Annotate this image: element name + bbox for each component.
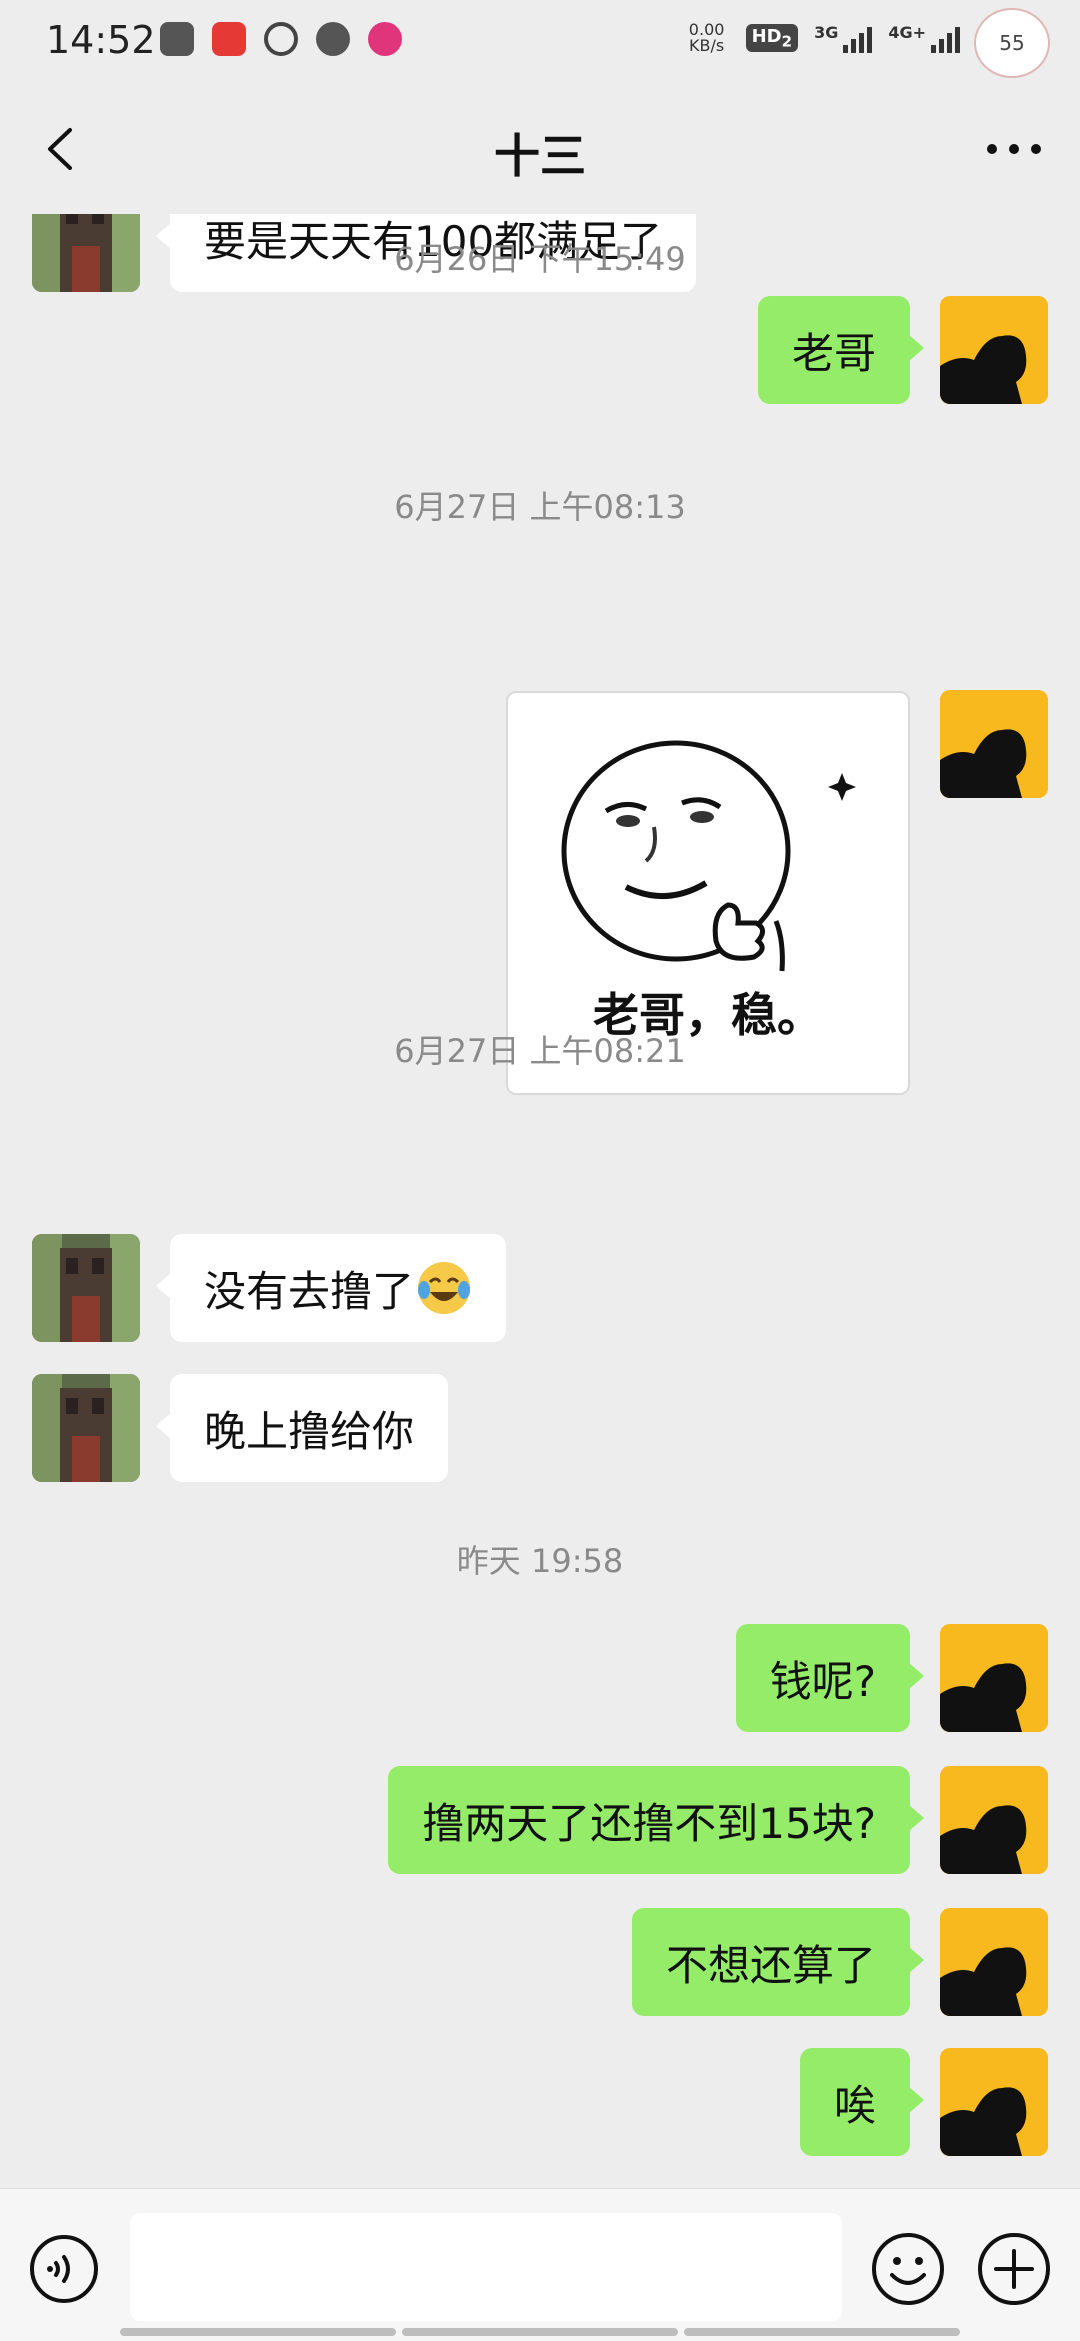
silhouette-icon <box>940 1766 1048 1874</box>
my-avatar[interactable] <box>940 1766 1048 1874</box>
gesture-bar <box>120 2328 960 2336</box>
voice-input-icon[interactable] <box>28 2233 100 2305</box>
weibo-icon <box>264 22 298 56</box>
signal-4g-icon: 4G+ <box>888 23 960 53</box>
input-bar <box>0 2188 1080 2341</box>
message-bubble-outgoing[interactable]: 钱呢? <box>735 1624 925 1732</box>
contact-avatar[interactable] <box>32 1374 140 1482</box>
message-bubble-outgoing[interactable]: 老哥 <box>757 296 925 404</box>
building-photo-icon <box>32 1234 140 1342</box>
emoji-picker-icon[interactable] <box>870 2231 946 2307</box>
signal-3g-icon: 3G <box>814 23 873 53</box>
silhouette-icon <box>940 1624 1048 1732</box>
more-options-icon[interactable] <box>982 124 1046 174</box>
my-avatar[interactable] <box>940 1624 1048 1732</box>
message-bubble-outgoing[interactable]: 撸两天了还撸不到15块? <box>388 1766 924 1874</box>
message-bubble-incoming[interactable]: 没有去撸了 <box>155 1234 507 1342</box>
system-status: 0.00 KB/s HD2 3G 4G+ <box>684 22 960 54</box>
silhouette-icon <box>940 690 1048 798</box>
notification-icons <box>160 22 402 56</box>
status-time: 14:52 <box>46 18 156 62</box>
bird-app-icon <box>368 22 402 56</box>
silhouette-icon <box>940 2048 1048 2156</box>
status-bar: 14:52 0.00 KB/s HD2 3G 4G+ 55 <box>0 0 1080 84</box>
my-avatar[interactable] <box>940 2048 1048 2156</box>
silhouette-icon <box>940 296 1048 404</box>
my-avatar[interactable] <box>940 296 1048 404</box>
chat-header: 十三 <box>0 84 1080 214</box>
battery-indicator: 55 <box>974 8 1050 78</box>
message-bubble-outgoing[interactable]: 不想还算了 <box>631 1908 925 2016</box>
network-speed: 0.00 KB/s <box>688 20 725 55</box>
building-photo-icon <box>32 1374 140 1482</box>
my-avatar[interactable] <box>940 1908 1048 2016</box>
speedometer-icon <box>316 22 350 56</box>
timestamp: 6月26日 下午15:49 <box>394 240 686 278</box>
shopping-app-icon <box>212 22 246 56</box>
sticker-content: 老哥，稳。 <box>506 691 910 1095</box>
tears-of-joy-emoji-icon <box>418 1262 471 1314</box>
message-bubble-outgoing[interactable]: 唉 <box>799 2048 925 2156</box>
chat-title: 十三 <box>494 129 586 183</box>
my-avatar[interactable] <box>940 690 1048 798</box>
timestamp: 6月27日 上午08:13 <box>394 488 686 526</box>
message-list[interactable]: 要是天天有100都满足了 6月26日 下午15:49 老哥 6月27日 上午08… <box>0 214 1080 2184</box>
timestamp: 昨天 19:58 <box>456 1542 624 1580</box>
hd-voice-badge: HD2 <box>745 23 799 53</box>
contact-avatar[interactable] <box>32 1234 140 1342</box>
message-bubble-incoming[interactable]: 晚上撸给你 <box>155 1374 449 1482</box>
scissors-app-icon <box>160 22 194 56</box>
more-functions-plus-icon[interactable] <box>976 2231 1052 2307</box>
message-input[interactable] <box>130 2213 842 2321</box>
sticker-caption: 老哥，稳。 <box>593 988 823 1042</box>
silhouette-icon <box>940 1908 1048 2016</box>
